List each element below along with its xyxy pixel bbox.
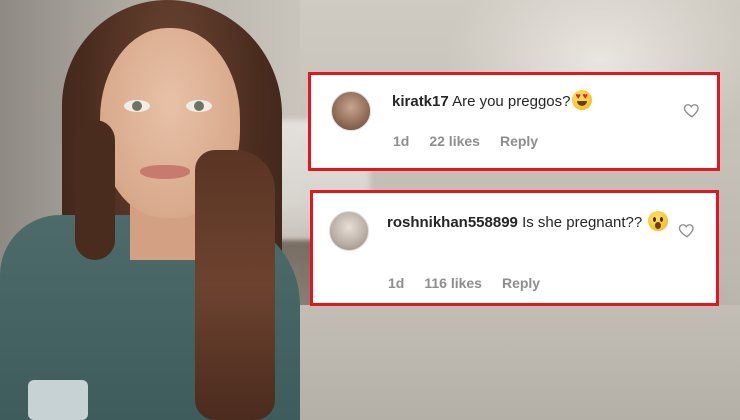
person-hair-front xyxy=(195,150,275,420)
reply-button[interactable]: Reply xyxy=(502,275,540,291)
comment-text: Is she pregnant?? xyxy=(522,214,643,231)
comment-time: 1d xyxy=(393,133,410,149)
open-mouth-emoji-icon xyxy=(648,211,669,231)
heart-eyes-emoji-icon xyxy=(572,90,593,110)
background-floor xyxy=(260,305,740,420)
avatar[interactable] xyxy=(329,211,369,251)
comment-username[interactable]: kiratk17 xyxy=(392,93,449,110)
comment-likes[interactable]: 22 likes xyxy=(429,133,480,149)
comment-body: roshnikhan558899 Is she pregnant?? xyxy=(387,211,677,235)
comment-time: 1d xyxy=(388,275,405,291)
comment-meta: 1d 116 likes Reply xyxy=(388,275,540,291)
comment-meta: 1d 22 likes Reply xyxy=(393,133,538,149)
selfie-person xyxy=(0,0,320,420)
comment-username[interactable]: roshnikhan558899 xyxy=(387,214,518,231)
comment-card: roshnikhan558899 Is she pregnant?? 1d 11… xyxy=(310,190,719,306)
person-hair-left xyxy=(75,120,115,260)
comment-text: Are you preggos? xyxy=(452,93,571,110)
avatar[interactable] xyxy=(331,91,371,131)
shirt-print xyxy=(28,380,88,420)
person-right-eye xyxy=(186,100,212,112)
person-left-eye xyxy=(124,100,150,112)
person-lips xyxy=(140,165,190,179)
like-heart-icon[interactable] xyxy=(683,101,701,119)
comment-card: kiratk17 Are you preggos? 1d 22 likes Re… xyxy=(308,72,720,171)
comment-body: kiratk17 Are you preggos? xyxy=(392,90,682,114)
comment-likes[interactable]: 116 likes xyxy=(424,275,482,291)
like-heart-icon[interactable] xyxy=(678,221,696,239)
reply-button[interactable]: Reply xyxy=(500,133,538,149)
